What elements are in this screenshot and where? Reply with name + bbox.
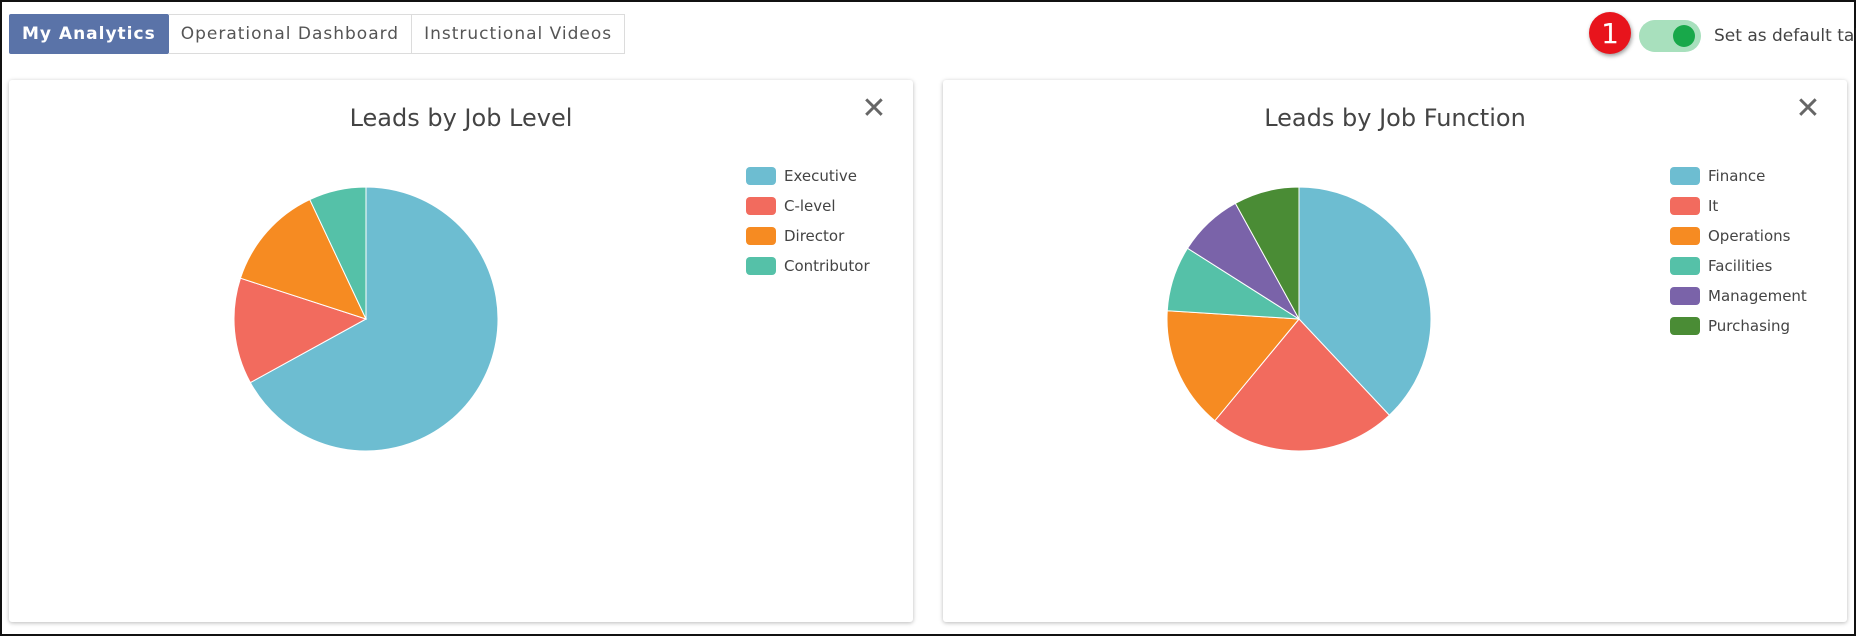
legend-swatch — [746, 167, 776, 185]
tab-bar: My Analytics Operational Dashboard Instr… — [9, 14, 626, 54]
close-icon[interactable]: ✕ — [859, 94, 889, 124]
default-tab-label: Set as default tab — [1714, 26, 1856, 46]
legend-label: Facilities — [1708, 257, 1773, 275]
legend-item-management[interactable]: Management — [1670, 281, 1807, 311]
legend-item-contributor[interactable]: Contributor — [746, 251, 870, 281]
legend-label: C-level — [784, 197, 836, 215]
annotation-badge: 1 — [1589, 12, 1631, 54]
legend-label: It — [1708, 197, 1719, 215]
legend-swatch — [746, 257, 776, 275]
chart-title: Leads by Job Level — [349, 104, 573, 132]
legend-item-finance[interactable]: Finance — [1670, 161, 1807, 191]
close-icon[interactable]: ✕ — [1793, 94, 1823, 124]
legend-swatch — [746, 197, 776, 215]
tab-instructional-videos[interactable]: Instructional Videos — [412, 14, 626, 54]
legend-job-function: Finance It Operations Facilities Management P… — [1670, 161, 1807, 341]
tab-operational-dashboard[interactable]: Operational Dashboard — [168, 14, 413, 54]
legend-swatch — [1670, 227, 1700, 245]
legend-swatch — [1670, 287, 1700, 305]
legend-item-c-level[interactable]: C-level — [746, 191, 870, 221]
legend-label: Finance — [1708, 167, 1766, 185]
legend-swatch — [1670, 167, 1700, 185]
legend-item-executive[interactable]: Executive — [746, 161, 870, 191]
legend-label: Operations — [1708, 227, 1791, 245]
legend-swatch — [1670, 197, 1700, 215]
pie-chart-job-level — [233, 186, 499, 452]
toggle-knob — [1673, 25, 1695, 47]
legend-item-director[interactable]: Director — [746, 221, 870, 251]
legend-swatch — [1670, 317, 1700, 335]
chart-title: Leads by Job Function — [1264, 104, 1526, 132]
legend-item-purchasing[interactable]: Purchasing — [1670, 311, 1807, 341]
legend-swatch — [1670, 257, 1700, 275]
legend-label: Director — [784, 227, 845, 245]
legend-label: Executive — [784, 167, 858, 185]
pie-chart-job-function — [1166, 186, 1432, 452]
legend-label: Contributor — [784, 257, 870, 275]
legend-label: Management — [1708, 287, 1807, 305]
legend-label: Purchasing — [1708, 317, 1791, 335]
legend-item-facilities[interactable]: Facilities — [1670, 251, 1807, 281]
default-tab-toggle[interactable] — [1639, 20, 1701, 52]
chart-panel-job-level: Leads by Job Level ✕ Executive C-level Dir… — [9, 80, 913, 622]
app-frame: My Analytics Operational Dashboard Instr… — [0, 0, 1856, 636]
chart-panel-job-function: Leads by Job Function ✕ Finance It Operati… — [943, 80, 1847, 622]
tab-my-analytics[interactable]: My Analytics — [9, 14, 169, 54]
legend-item-operations[interactable]: Operations — [1670, 221, 1807, 251]
legend-item-it[interactable]: It — [1670, 191, 1807, 221]
legend-job-level: Executive C-level Director Contributor — [746, 161, 870, 281]
legend-swatch — [746, 227, 776, 245]
